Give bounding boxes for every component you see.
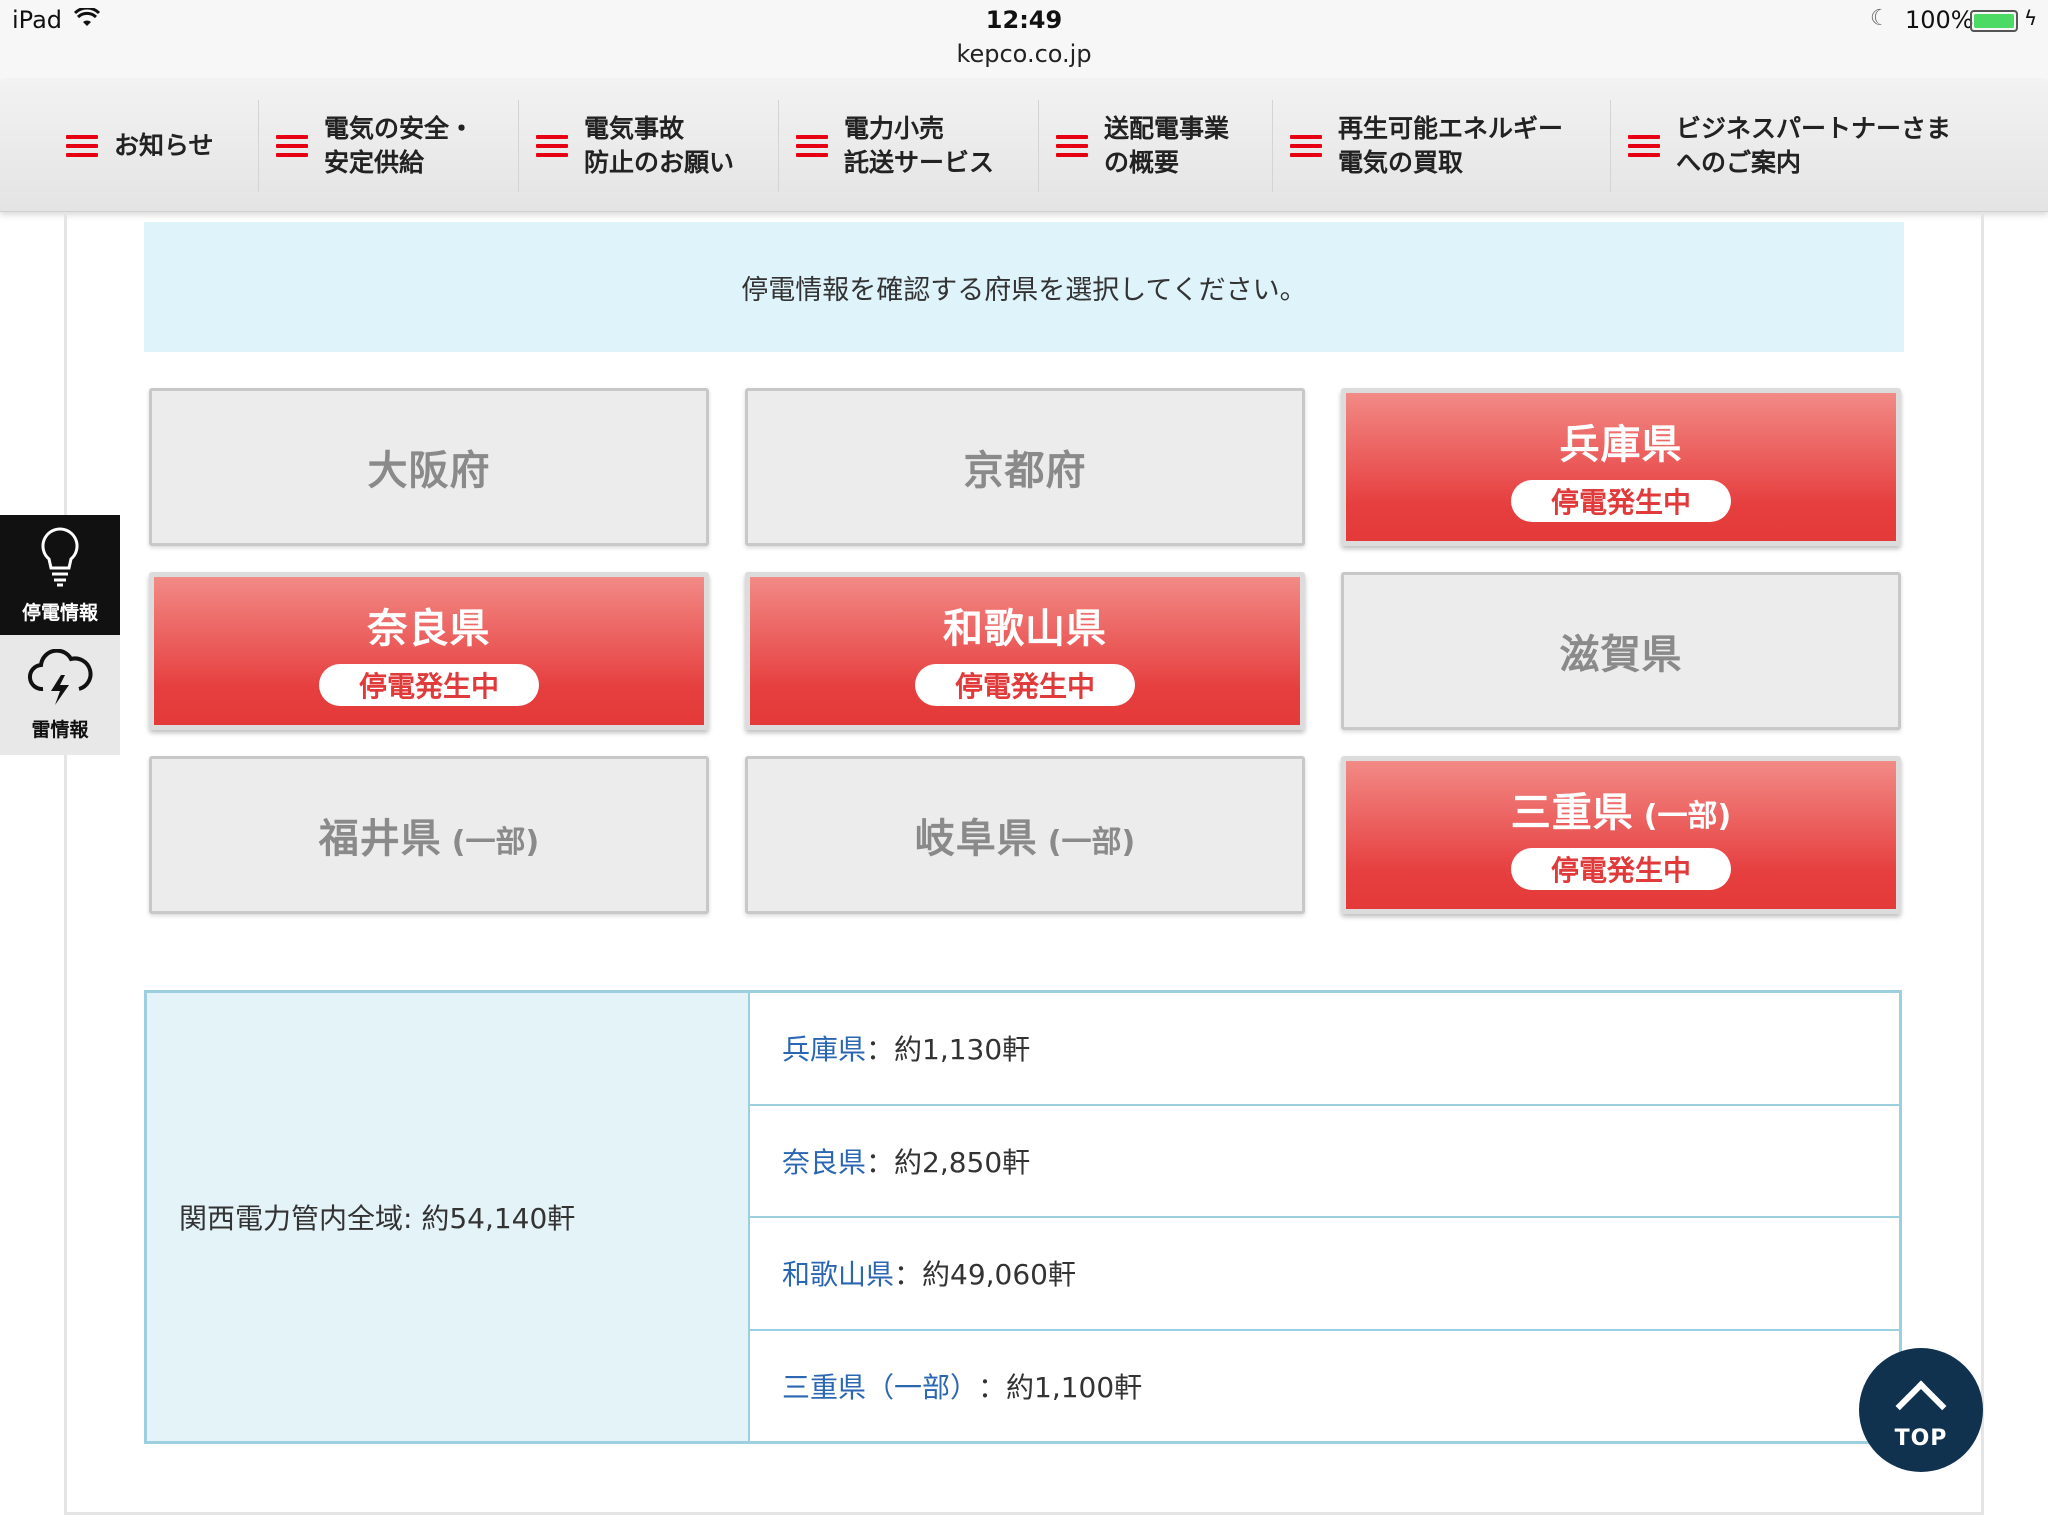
outage-badge: 停電発生中: [319, 664, 539, 706]
nav-item-label: 再生可能エネルギー 電気の買取: [1338, 114, 1564, 177]
charging-icon: ϟ: [2024, 6, 2038, 30]
outage-info-tab[interactable]: 停電情報: [0, 515, 120, 635]
pref-link[interactable]: 和歌山県: [782, 1253, 894, 1293]
pref-button-fukui[interactable]: 福井県 (一部): [149, 756, 709, 914]
pref-button-nara[interactable]: 奈良県 停電発生中: [149, 572, 709, 730]
nav-item-label: 電気の安全・ 安定供給: [324, 114, 475, 177]
outage-badge: 停電発生中: [915, 664, 1135, 706]
back-to-top-button[interactable]: TOP: [1859, 1348, 1983, 1472]
partial-note: (一部): [1643, 799, 1732, 834]
nav-item-renewable[interactable]: 再生可能エネルギー 電気の買取: [1290, 98, 1563, 194]
pref-button-gifu[interactable]: 岐阜県 (一部): [745, 756, 1305, 914]
status-bar: iPad 12:49 kepco.co.jp ☾ 100% ϟ: [0, 0, 2048, 80]
nav-divider: [1038, 100, 1039, 192]
outage-summary-table: 関西電力管内全域: 約54,140軒 兵庫県 ：約1,130軒 奈良県 ：約2,…: [144, 990, 1902, 1444]
pref-button-wakayama[interactable]: 和歌山県 停電発生中: [745, 572, 1305, 730]
pref-button-shiga[interactable]: 滋賀県: [1341, 572, 1901, 730]
nav-divider: [518, 100, 519, 192]
pref-name: 滋賀県: [1559, 632, 1683, 678]
moon-icon: ☾: [1870, 6, 1890, 31]
nav-item-retail[interactable]: 電力小売 託送サービス: [796, 98, 994, 194]
side-widget: 停電情報 雷情報: [0, 515, 120, 755]
nav-item-label: 電気事故 防止のお願い: [584, 114, 735, 177]
pref-link[interactable]: 兵庫県: [782, 1028, 866, 1068]
pref-link[interactable]: 奈良県: [782, 1141, 866, 1181]
partial-note: (一部): [1047, 825, 1136, 860]
total-outage-text: 関西電力管内全域: 約54,140軒: [179, 1202, 576, 1235]
prefecture-outage-list: 兵庫県 ：約1,130軒 奈良県 ：約2,850軒 和歌山県 ：約49,060軒…: [750, 993, 1899, 1441]
main-nav: お知らせ 電気の安全・ 安定供給 電気事故 防止のお願い 電力小売 託送サービス…: [0, 80, 2048, 212]
outage-count: ：約49,060軒: [894, 1258, 1076, 1292]
nav-item-news[interactable]: お知らせ: [66, 98, 214, 194]
outage-count: ：約1,130軒: [866, 1033, 1031, 1067]
menu-icon: [276, 135, 308, 157]
total-outage-cell: 関西電力管内全域: 約54,140軒: [147, 993, 750, 1441]
partial-note: (一部): [451, 825, 540, 860]
pref-button-kyoto[interactable]: 京都府: [745, 388, 1305, 546]
lightbulb-icon: [38, 526, 82, 592]
url-bar[interactable]: kepco.co.jp: [0, 40, 2048, 68]
nav-item-transmission[interactable]: 送配電事業 の概要: [1056, 98, 1229, 194]
nav-divider: [1610, 100, 1611, 192]
nav-item-accident[interactable]: 電気事故 防止のお願い: [536, 98, 734, 194]
pref-name: 京都府: [963, 448, 1087, 494]
pref-name: 兵庫県: [1559, 422, 1683, 468]
pref-name: 和歌山県: [943, 606, 1107, 652]
menu-icon: [1628, 135, 1660, 157]
outage-info-label: 停電情報: [21, 601, 98, 624]
pref-button-osaka[interactable]: 大阪府: [149, 388, 709, 546]
pref-name: 奈良県: [367, 606, 491, 652]
instruction-banner: 停電情報を確認する府県を選択してください。: [144, 222, 1904, 352]
pref-button-mie[interactable]: 三重県 (一部) 停電発生中: [1341, 756, 1901, 914]
thunder-info-tab[interactable]: 雷情報: [0, 635, 120, 755]
thunder-cloud-icon: [27, 648, 93, 711]
table-row: 和歌山県 ：約49,060軒: [750, 1218, 1899, 1331]
pref-name: 大阪府: [367, 448, 491, 494]
table-row: 奈良県 ：約2,850軒: [750, 1106, 1899, 1218]
nav-divider: [258, 100, 259, 192]
pref-link[interactable]: 三重県（一部）: [782, 1366, 978, 1406]
table-row: 三重県（一部） ：約1,100軒: [750, 1331, 1899, 1442]
nav-item-business[interactable]: ビジネスパートナーさま へのご案内: [1628, 98, 1951, 194]
outage-count: ：約2,850軒: [866, 1145, 1031, 1179]
nav-item-label: お知らせ: [114, 131, 214, 160]
pref-name: 岐阜県: [914, 816, 1038, 862]
chevron-up-icon: [1895, 1380, 1947, 1431]
pref-name: 三重県: [1510, 790, 1634, 836]
clock: 12:49: [985, 6, 1063, 34]
thunder-info-label: 雷情報: [31, 718, 89, 741]
nav-divider: [1272, 100, 1273, 192]
outage-count: ：約1,100軒: [978, 1370, 1143, 1404]
pref-button-hyogo[interactable]: 兵庫県 停電発生中: [1341, 388, 1901, 546]
pref-name: 福井県: [318, 816, 442, 862]
nav-item-label: 送配電事業 の概要: [1104, 114, 1230, 177]
menu-icon: [796, 135, 828, 157]
battery-percent: 100%: [1905, 6, 1974, 34]
table-row: 兵庫県 ：約1,130軒: [750, 993, 1899, 1106]
nav-item-label: ビジネスパートナーさま へのご案内: [1676, 114, 1952, 177]
menu-icon: [1056, 135, 1088, 157]
nav-item-safety[interactable]: 電気の安全・ 安定供給: [276, 98, 474, 194]
menu-icon: [66, 135, 98, 157]
outage-badge: 停電発生中: [1511, 848, 1731, 890]
battery-icon: [1970, 10, 2018, 32]
nav-item-label: 電力小売 託送サービス: [844, 114, 995, 177]
menu-icon: [536, 135, 568, 157]
outage-badge: 停電発生中: [1511, 480, 1731, 522]
nav-divider: [778, 100, 779, 192]
menu-icon: [1290, 135, 1322, 157]
